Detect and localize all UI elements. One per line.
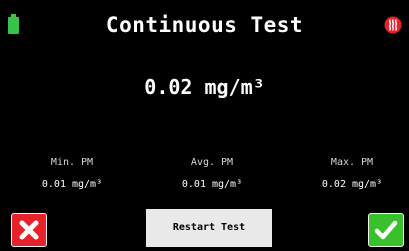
max-pm-stat: Max. PM 0.02 mg/m³ (292, 157, 409, 191)
min-pm-stat: Min. PM 0.01 mg/m³ (12, 157, 132, 191)
heater-icon (384, 16, 402, 34)
page-title: Continuous Test (105, 13, 304, 37)
header-bar: Continuous Test (0, 0, 409, 54)
cancel-button[interactable] (11, 213, 47, 247)
max-pm-value: 0.02 mg/m³ (321, 179, 383, 190)
avg-pm-value: 0.01 mg/m³ (181, 179, 243, 190)
min-pm-value: 0.01 mg/m³ (41, 179, 103, 190)
min-pm-label: Min. PM (50, 157, 94, 168)
avg-pm-label: Avg. PM (190, 157, 234, 168)
close-icon (19, 220, 39, 240)
restart-test-button[interactable]: Restart Test (146, 209, 272, 247)
avg-pm-stat: Avg. PM 0.01 mg/m³ (152, 157, 272, 191)
max-pm-label: Max. PM (330, 157, 374, 168)
current-pm-reading: 0.02 mg/m³ (144, 75, 265, 99)
check-icon (374, 220, 398, 240)
confirm-button[interactable] (368, 213, 404, 247)
